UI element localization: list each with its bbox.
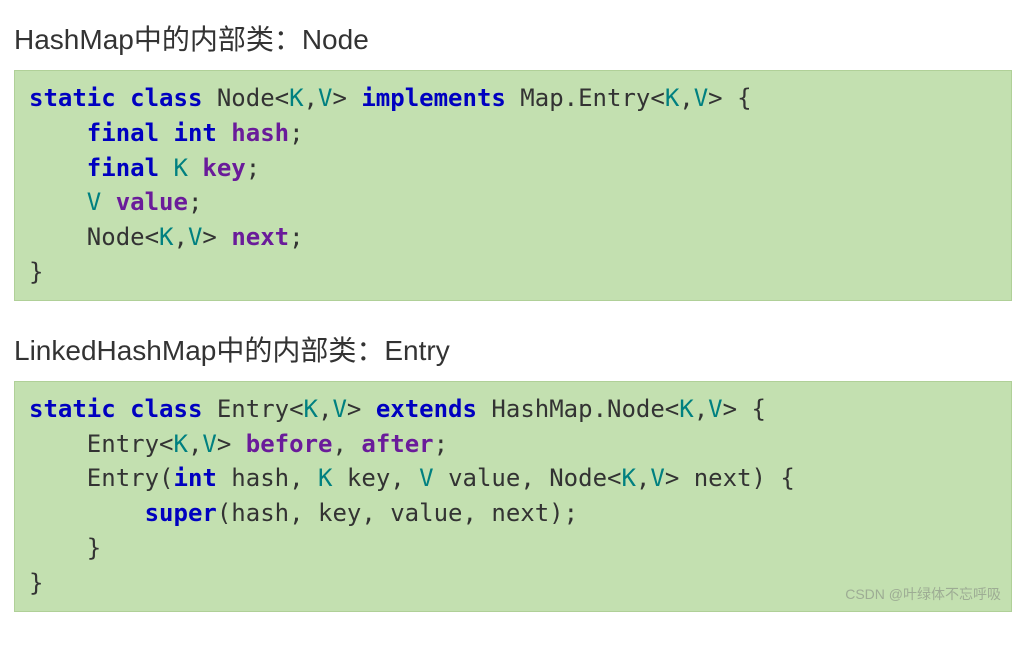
code-line: super(hash, key, value, next); bbox=[29, 499, 578, 527]
code-line: } bbox=[29, 534, 101, 562]
code-line: } bbox=[29, 569, 43, 597]
code-line: V value; bbox=[29, 188, 202, 216]
code-line: } bbox=[29, 258, 43, 286]
code-line: final int hash; bbox=[29, 119, 304, 147]
code-line: Entry(int hash, K key, V value, Node<K,V… bbox=[29, 464, 795, 492]
code-line: static class Entry<K,V> extends HashMap.… bbox=[29, 395, 766, 423]
code-line: Entry<K,V> before, after; bbox=[29, 430, 448, 458]
code-block-entry: static class Entry<K,V> extends HashMap.… bbox=[14, 381, 1012, 612]
code-block-node: static class Node<K,V> implements Map.En… bbox=[14, 70, 1012, 301]
code-line: static class Node<K,V> implements Map.En… bbox=[29, 84, 752, 112]
heading-linkedhashmap-entry: LinkedHashMap中的内部类：Entry bbox=[14, 329, 1012, 369]
code-line: Node<K,V> next; bbox=[29, 223, 304, 251]
code-line: final K key; bbox=[29, 154, 260, 182]
watermark-text: CSDN @叶绿体不忘呼吸 bbox=[845, 584, 1001, 604]
heading-hashmap-node: HashMap中的内部类：Node bbox=[14, 18, 1012, 58]
